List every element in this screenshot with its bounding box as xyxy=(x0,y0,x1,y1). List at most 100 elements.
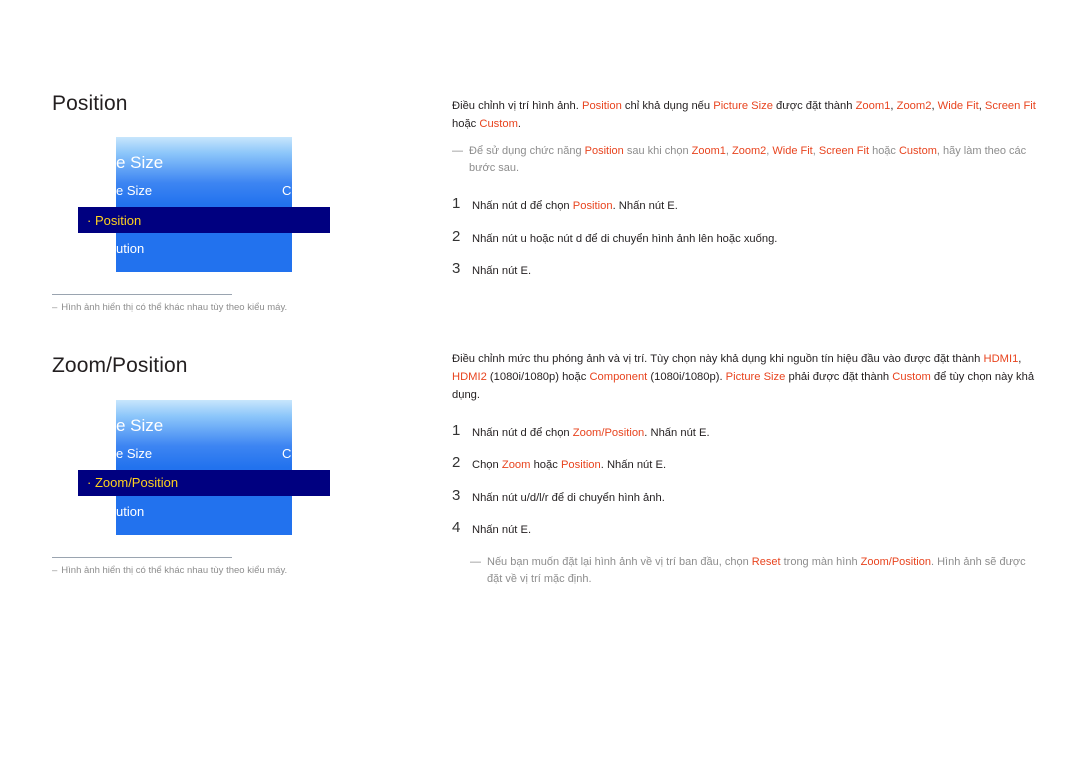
keyword-zoom2: Zoom2 xyxy=(896,100,932,112)
footnote-text: – Hình ảnh hiển thị có thể khác nhau tùy … xyxy=(52,564,287,577)
note-text: trong màn hình xyxy=(780,556,861,569)
list-item: 3 Nhấn nút u/d/l/r để di chuyển hình ảnh… xyxy=(452,487,1037,506)
osd-selected-row-position[interactable]: · Position xyxy=(78,207,330,234)
desc-text: , xyxy=(1018,353,1022,366)
desc-text: Điều chỉnh mức thu phóng ảnh và vị trí. … xyxy=(452,353,984,366)
note-text: Để sử dụng chức năng xyxy=(469,145,585,158)
step-text: Chọn Zoom hoặc Position. Nhấn nút E. xyxy=(472,454,666,473)
step-number: 3 xyxy=(452,259,461,277)
step-part: hoặc xyxy=(530,459,561,472)
keyword-zoom1: Zoom1 xyxy=(691,145,726,158)
list-item: 1 Nhấn nút d để chọn Zoom/Position. Nhấn… xyxy=(452,422,1037,441)
list-item: 4 Nhấn nút E. xyxy=(452,519,1037,538)
step-part: Nhấn nút d để chọn xyxy=(472,200,573,213)
osd-row-picture-size-label: e Size xyxy=(116,445,153,461)
keyword-position: Position xyxy=(572,200,613,213)
footnote-divider xyxy=(52,556,232,558)
keyword-picture-size: Picture Size xyxy=(713,100,773,112)
step-part: Nhấn nút d để chọn xyxy=(472,427,573,440)
keyword-custom: Custom xyxy=(892,370,931,383)
footnote-dash: – xyxy=(52,302,58,314)
page-title-position: Position xyxy=(52,92,128,115)
step-part: Nhấn nút E. xyxy=(472,523,532,536)
keyword-zoom1: Zoom1 xyxy=(855,100,891,112)
zoom-position-endnote: — Nếu bạn muốn đặt lại hình ảnh về vị trí… xyxy=(470,554,1037,588)
keyword-screen-fit: Screen Fit xyxy=(818,145,870,158)
keyword-zoom2: Zoom2 xyxy=(732,145,767,158)
step-number: 4 xyxy=(452,518,461,536)
zoom-position-steps: 1 Nhấn nút d để chọn Zoom/Position. Nhấn… xyxy=(452,422,1037,538)
osd-selected-row-label: · Position xyxy=(78,213,141,228)
osd-row-picture-size-value: C xyxy=(282,445,292,461)
step-part: Chọn xyxy=(472,459,502,472)
osd-footnote-zoom-position: – Hình ảnh hiển thị có thể khác nhau tùy … xyxy=(52,556,287,577)
desc-text: (1080i/1080p). xyxy=(647,370,726,383)
osd-menu-title: e Size xyxy=(116,415,164,435)
position-description: Điều chỉnh vị trí hình ảnh. Position chỉ… xyxy=(452,98,1037,133)
osd-menu-title: e Size xyxy=(116,153,164,173)
keyword-wide-fit: Wide Fit xyxy=(937,100,979,112)
desc-text: được đặt thành xyxy=(772,100,856,112)
left-column: Position e Size e Size C ution · Positio… xyxy=(52,92,402,577)
footnote-body: Hình ảnh hiển thị có thể khác nhau tùy t… xyxy=(61,564,288,576)
keyword-hdmi1: HDMI1 xyxy=(983,353,1019,366)
footnote-text: – Hình ảnh hiển thị có thể khác nhau tùy … xyxy=(52,302,287,314)
osd-bullet-icon: · xyxy=(87,475,92,491)
note-text: hoặc xyxy=(869,145,899,158)
keyword-screen-fit: Screen Fit xyxy=(984,100,1036,112)
step-text: Nhấn nút d để chọn Position. Nhấn nút E. xyxy=(472,195,678,214)
osd-selected-row-label: · Zoom/Position xyxy=(78,475,178,490)
position-steps: 1 Nhấn nút d để chọn Position. Nhấn nút … xyxy=(452,195,1037,279)
footnote-divider xyxy=(52,294,232,296)
keyword-custom: Custom xyxy=(479,117,518,130)
osd-row-picture-size-label: e Size xyxy=(116,183,153,199)
right-column: Điều chỉnh vị trí hình ảnh. Position chỉ… xyxy=(452,98,1037,588)
osd-row-resolution-label: ution xyxy=(116,241,145,257)
osd-selected-row-zoom-position[interactable]: · Zoom/Position xyxy=(78,469,330,496)
keyword-zoom-position: Zoom/Position xyxy=(860,556,931,569)
step-number: 3 xyxy=(452,486,461,504)
step-text: Nhấn nút E. xyxy=(472,260,531,279)
list-item: 2 Chọn Zoom hoặc Position. Nhấn nút E. xyxy=(452,454,1037,473)
step-text: Nhấn nút E. xyxy=(472,519,531,538)
keyword-zoom: Zoom xyxy=(501,459,531,472)
osd-row-picture-size-value: C xyxy=(282,183,292,199)
step-part: Nhấn nút E. xyxy=(472,264,532,277)
note-text: sau khi chọn xyxy=(623,145,692,158)
step-part: Nhấn nút u/d/l/r để di chuyển hình ảnh. xyxy=(472,491,665,504)
keyword-reset: Reset xyxy=(751,556,781,569)
keyword-component: Component xyxy=(589,370,648,383)
step-number: 2 xyxy=(452,227,461,245)
keyword-position: Position xyxy=(581,100,622,112)
page-title-zoom-position: Zoom/Position xyxy=(52,354,188,378)
desc-text: chỉ khả dụng nếu xyxy=(621,100,714,112)
footnote-body: Hình ảnh hiển thị có thể khác nhau tùy t… xyxy=(61,302,288,314)
step-part: . Nhấn nút E. xyxy=(644,427,710,440)
note-dash-icon: — xyxy=(470,556,481,569)
desc-text: . xyxy=(517,117,522,130)
step-text: Nhấn nút d để chọn Zoom/Position. Nhấn n… xyxy=(472,422,710,441)
keyword-hdmi2: HDMI2 xyxy=(452,370,487,383)
osd-row-resolution-label: ution xyxy=(116,503,145,519)
step-part: . Nhấn nút E. xyxy=(600,459,667,472)
note-text: Nếu bạn muốn đặt lại hình ảnh về vị trí … xyxy=(487,556,752,569)
step-number: 1 xyxy=(452,195,461,213)
zoom-position-description: Điều chỉnh mức thu phóng ảnh và vị trí. … xyxy=(452,351,1037,404)
desc-text: phải được đặt thành xyxy=(785,370,893,383)
osd-footnote-position: – Hình ảnh hiển thị có thể khác nhau tùy … xyxy=(52,294,287,314)
desc-text: Điều chỉnh vị trí hình ảnh. xyxy=(452,100,582,112)
step-part: Nhấn nút u hoặc nút d để di chuyển hình … xyxy=(472,232,778,245)
keyword-position: Position xyxy=(584,145,624,158)
osd-panel: e Size e Size C ution xyxy=(116,137,292,273)
list-item: 3 Nhấn nút E. xyxy=(452,260,1037,279)
desc-text: (1080i/1080p) hoặc xyxy=(486,370,590,383)
footnote-dash: – xyxy=(52,564,58,576)
step-part: . Nhấn nút E. xyxy=(612,200,678,213)
osd-selected-row-text: Position xyxy=(94,212,142,228)
keyword-wide-fit: Wide Fit xyxy=(772,145,813,158)
keyword-position: Position xyxy=(560,459,601,472)
osd-screenshot-position: e Size e Size C ution · Position xyxy=(58,137,338,273)
keyword-custom: Custom xyxy=(898,145,937,158)
desc-text: hoặc xyxy=(452,117,480,130)
step-text: Nhấn nút u/d/l/r để di chuyển hình ảnh. xyxy=(472,487,665,506)
